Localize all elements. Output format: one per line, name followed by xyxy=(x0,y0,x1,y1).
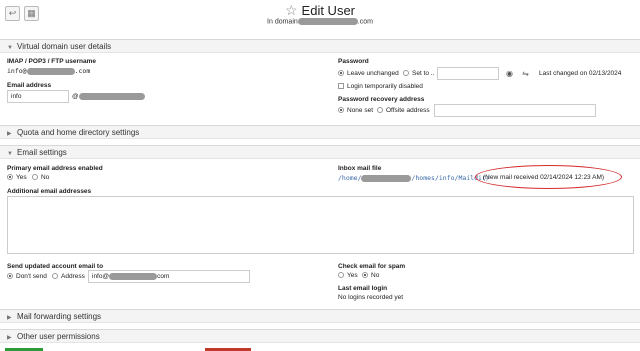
chevron-down-icon: ▼ xyxy=(7,45,13,51)
section-permissions[interactable]: ▶ Other user permissions xyxy=(0,329,640,343)
imap-username-value: info@ .com xyxy=(7,67,90,75)
option-label: Address xyxy=(61,273,85,280)
section-email[interactable]: ▼ Email settings xyxy=(0,145,640,159)
option-label: Login temporarily disabled xyxy=(347,83,423,90)
email-domain: @ xyxy=(72,93,145,100)
radio-icon xyxy=(338,272,344,279)
option-label: Set to .. xyxy=(412,70,435,77)
email-address-label: Email address xyxy=(7,82,52,89)
dont-send-radio[interactable]: Don't send xyxy=(7,273,47,280)
page-title: Edit User xyxy=(301,3,356,18)
radio-icon xyxy=(32,174,38,181)
option-label: No xyxy=(41,174,50,181)
login-disabled-checkbox[interactable]: Login temporarily disabled xyxy=(338,83,423,90)
chevron-down-icon: ▼ xyxy=(7,151,13,157)
primary-email-label: Primary email address enabled xyxy=(7,165,103,172)
imap-username-label: IMAP / POP3 / FTP username xyxy=(7,58,96,65)
chevron-right-icon: ▶ xyxy=(7,335,12,341)
radio-selected-icon xyxy=(7,174,13,181)
radio-selected-icon xyxy=(338,70,344,77)
eye-icon[interactable]: ◉ xyxy=(503,67,516,80)
radio-icon xyxy=(403,70,409,77)
password-set-radio[interactable]: Set to .. xyxy=(403,70,434,77)
option-label: Don't send xyxy=(16,273,47,280)
password-leave-radio[interactable]: Leave unchanged xyxy=(338,70,399,77)
redacted-domain xyxy=(26,67,75,75)
recovery-offsite-radio[interactable]: Offsite address xyxy=(377,107,430,114)
recovery-label: Password recovery address xyxy=(338,96,425,103)
section-forwarding[interactable]: ▶ Mail forwarding settings xyxy=(0,309,640,323)
redacted-domain xyxy=(109,272,158,280)
imap-suffix: .com xyxy=(74,67,91,75)
option-label: None set xyxy=(347,107,374,114)
email-at: @ xyxy=(72,93,79,101)
subtitle-prefix: In domain xyxy=(267,18,298,26)
radio-selected-icon xyxy=(7,273,13,280)
send-account-email-label: Send updated account email to xyxy=(7,263,104,270)
checkbox-icon xyxy=(338,83,344,90)
radio-icon xyxy=(377,107,383,114)
section-title: Other user permissions xyxy=(17,332,100,341)
password-changed-text: Last changed on 02/13/2024 xyxy=(539,70,622,77)
address-prefix: info@ xyxy=(92,273,110,280)
page-title-wrap: ☆ Edit User xyxy=(0,2,640,19)
imap-prefix: info@ xyxy=(7,67,27,75)
section-title: Email settings xyxy=(17,148,67,157)
section-title: Quota and home directory settings xyxy=(17,128,140,137)
section-title: Virtual domain user details xyxy=(17,42,112,51)
option-label: Yes xyxy=(16,174,27,181)
section-virtual-domain[interactable]: ▼ Virtual domain user details xyxy=(0,39,640,53)
password-label: Password xyxy=(338,58,369,65)
redacted-domain xyxy=(297,18,358,25)
option-label: Leave unchanged xyxy=(347,70,399,77)
star-icon[interactable]: ☆ xyxy=(285,2,298,19)
generate-icon[interactable]: ⇋ xyxy=(519,67,532,80)
recovery-address-input[interactable] xyxy=(434,104,596,117)
inbox-label: Inbox mail file xyxy=(338,165,382,172)
last-login-value: No logins recorded yet xyxy=(338,294,404,301)
primary-no-radio[interactable]: No xyxy=(32,174,49,181)
subtitle-suffix: .com xyxy=(357,18,373,26)
chevron-right-icon: ▶ xyxy=(7,315,12,321)
radio-icon xyxy=(52,273,58,280)
radio-selected-icon xyxy=(362,272,368,279)
spam-yes-radio[interactable]: Yes xyxy=(338,272,358,279)
additional-addresses-label: Additional email addresses xyxy=(7,188,92,195)
page-subtitle: In domain .com xyxy=(0,18,640,25)
section-quota[interactable]: ▶ Quota and home directory settings xyxy=(0,125,640,139)
option-label: Offsite address xyxy=(386,107,430,114)
inbox-path[interactable]: /home//homes/info/Maildir/ xyxy=(338,174,490,182)
inbox-prefix: /home/ xyxy=(338,174,362,182)
spam-check-label: Check email for spam xyxy=(338,263,406,270)
top-bar: ↩ ▦ ☆ Edit User In domain .com xyxy=(0,0,640,38)
recovery-none-radio[interactable]: None set xyxy=(338,107,373,114)
send-address-input[interactable]: info@ com xyxy=(88,270,250,283)
last-login-label: Last email login xyxy=(338,285,388,292)
redacted-host xyxy=(361,174,412,182)
spam-no-radio[interactable]: No xyxy=(362,272,379,279)
chevron-right-icon: ▶ xyxy=(7,131,12,137)
section-title: Mail forwarding settings xyxy=(17,312,102,321)
option-label: No xyxy=(371,272,380,279)
option-label: Yes xyxy=(347,272,358,279)
additional-addresses-textarea[interactable] xyxy=(7,196,634,254)
redacted-domain xyxy=(78,93,145,100)
address-suffix: com xyxy=(157,273,170,280)
email-local-input[interactable]: info xyxy=(7,90,69,103)
primary-yes-radio[interactable]: Yes xyxy=(7,174,27,181)
address-radio[interactable]: Address xyxy=(52,273,85,280)
radio-selected-icon xyxy=(338,107,344,114)
highlight-oval xyxy=(475,165,622,189)
password-input[interactable] xyxy=(437,67,499,80)
